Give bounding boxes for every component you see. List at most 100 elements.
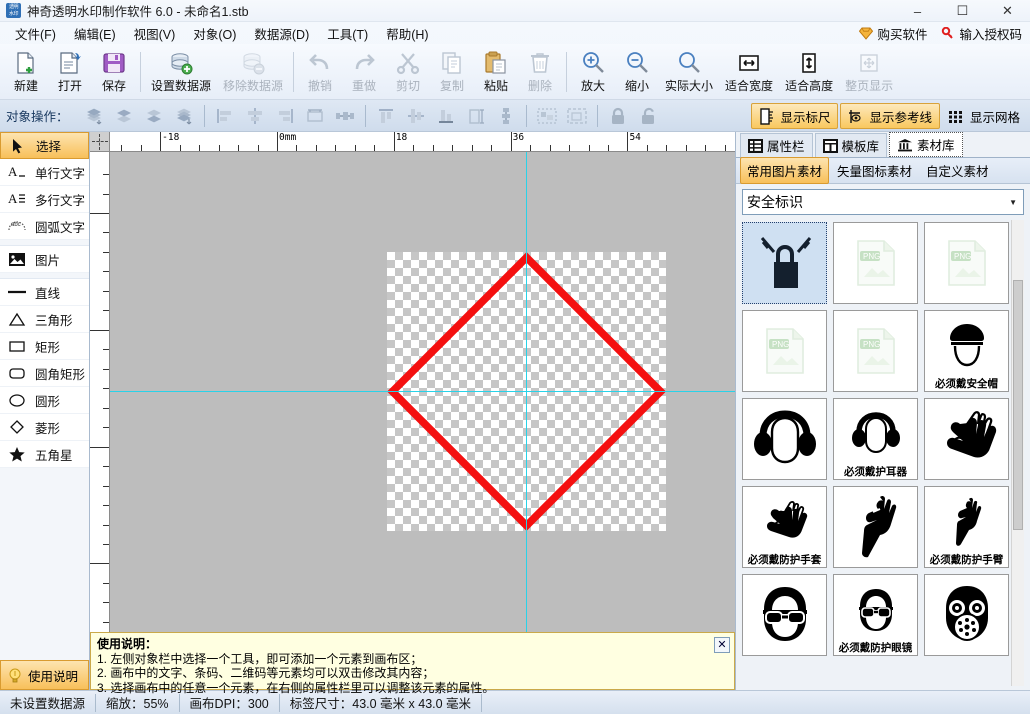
material-scrollbar-thumb[interactable] <box>1013 280 1023 530</box>
tool-ellipse[interactable]: 圆形 <box>0 387 89 414</box>
distribute-horizontal-button[interactable] <box>330 103 360 129</box>
toolbar-actual-size-button[interactable]: 实际大小 <box>659 46 719 98</box>
vertical-guideline[interactable] <box>526 152 527 690</box>
ungroup-button[interactable] <box>562 103 592 129</box>
distribute-vertical-button[interactable] <box>491 103 521 129</box>
toolbar-fit-height-button[interactable]: 适合高度 <box>779 46 839 98</box>
subtab-vector-icons[interactable]: 矢量图标素材 <box>831 158 918 183</box>
toolbar-undo-button[interactable]: 撤销 <box>298 46 342 98</box>
paste-icon <box>483 49 509 77</box>
align-right-button[interactable] <box>270 103 300 129</box>
toolbar-delete-button[interactable]: 删除 <box>518 46 562 98</box>
vertical-ruler[interactable]: 0mm1836547290 <box>90 152 110 690</box>
toolbar-redo-button[interactable]: 重做 <box>342 46 386 98</box>
tab-properties[interactable]: 属性栏 <box>740 133 813 157</box>
ruler-tick <box>199 145 200 151</box>
subtab-common-images[interactable]: 常用图片素材 <box>740 157 829 184</box>
toolbar-fit-width-button[interactable]: 适合宽度 <box>719 46 779 98</box>
category-dropdown[interactable]: 安全标识 ▼ <box>742 189 1024 215</box>
show-ruler-toggle[interactable]: 显示标尺 <box>751 103 838 129</box>
tool-rectangle[interactable]: 矩形 <box>0 333 89 360</box>
toolbar-zoom-in-button[interactable]: 放大 <box>571 46 615 98</box>
material-cell[interactable]: 必须戴护耳器 <box>833 398 918 480</box>
align-middle-button[interactable] <box>401 103 431 129</box>
menu-file[interactable]: 文件(F) <box>6 22 65 45</box>
toolbar-set-datasource-button[interactable]: 设置数据源 <box>145 46 217 98</box>
tool-triangle[interactable]: 三角形 <box>0 306 89 333</box>
bring-to-front-button[interactable] <box>79 103 109 129</box>
material-cell[interactable] <box>742 398 827 480</box>
align-top-button[interactable] <box>371 103 401 129</box>
same-width-button[interactable] <box>300 103 330 129</box>
usage-instructions-button[interactable]: 使用说明 <box>0 660 89 690</box>
menu-view[interactable]: 视图(V) <box>125 22 185 45</box>
send-backward-button[interactable] <box>139 103 169 129</box>
material-cell[interactable] <box>924 574 1009 656</box>
tab-template-library[interactable]: 模板库 <box>815 133 888 157</box>
group-button[interactable] <box>532 103 562 129</box>
toolbar-open-button[interactable]: 打开 <box>48 46 92 98</box>
tool-picture[interactable]: 图片 <box>0 246 89 273</box>
design-canvas[interactable] <box>110 152 735 690</box>
tab-material-library[interactable]: 素材库 <box>889 132 963 157</box>
toolbar-remove-datasource-button[interactable]: 移除数据源 <box>217 46 289 98</box>
toolbar-paste-button[interactable]: 粘贴 <box>474 46 518 98</box>
same-height-button[interactable] <box>461 103 491 129</box>
align-bottom-button[interactable] <box>431 103 461 129</box>
horizontal-guideline[interactable] <box>110 391 735 392</box>
horizontal-ruler[interactable]: -180mm1836547290 <box>110 132 735 152</box>
tool-star[interactable]: 五角星 <box>0 441 89 468</box>
material-cell[interactable] <box>833 486 918 568</box>
menu-help[interactable]: 帮助(H) <box>377 22 437 45</box>
material-scrollbar[interactable] <box>1011 220 1024 686</box>
material-cell[interactable]: 必须戴安全帽 <box>924 310 1009 392</box>
bring-forward-button[interactable] <box>109 103 139 129</box>
ruler-label: 18 <box>90 332 91 343</box>
tool-arc-text[interactable]: abc 圆弧文字 <box>0 213 89 240</box>
tool-select[interactable]: 选择 <box>0 132 89 159</box>
enter-license-link[interactable]: 输入授权码 <box>941 24 1022 43</box>
material-cell[interactable]: PNG <box>833 222 918 304</box>
menu-object[interactable]: 对象(O) <box>184 22 245 45</box>
send-to-back-button[interactable] <box>169 103 199 129</box>
toolbar-save-button[interactable]: 保存 <box>92 46 136 98</box>
toolbar-zoom-out-button[interactable]: 缩小 <box>615 46 659 98</box>
objectbar-separator <box>597 105 598 127</box>
toolbar-new-button[interactable]: 新建 <box>4 46 48 98</box>
menu-datasource[interactable]: 数据源(D) <box>245 22 318 45</box>
lock-button[interactable] <box>603 103 633 129</box>
toolbar-zoom-in-label: 放大 <box>581 77 605 94</box>
tool-line[interactable]: 直线 <box>0 279 89 306</box>
material-cell[interactable] <box>924 398 1009 480</box>
material-cell[interactable]: 必须戴防护手臂 <box>924 486 1009 568</box>
subtab-custom-materials[interactable]: 自定义素材 <box>920 158 995 183</box>
menu-tools[interactable]: 工具(T) <box>318 22 377 45</box>
ruler-corner[interactable] <box>90 132 110 152</box>
align-center-button[interactable] <box>240 103 270 129</box>
unlock-button[interactable] <box>633 103 663 129</box>
material-cell[interactable]: PNG <box>833 310 918 392</box>
object-operations-bar: 对象操作： <box>0 100 1030 132</box>
minimize-button[interactable]: – <box>895 0 940 22</box>
menu-edit[interactable]: 编辑(E) <box>65 22 125 45</box>
material-cell[interactable] <box>742 222 827 304</box>
close-button[interactable]: ✕ <box>985 0 1030 22</box>
buy-software-link[interactable]: 购买软件 <box>859 24 927 43</box>
help-close-button[interactable]: ✕ <box>714 637 730 653</box>
toolbar-cut-button[interactable]: 剪切 <box>386 46 430 98</box>
toolbar-copy-button[interactable]: 复制 <box>430 46 474 98</box>
show-grid-button[interactable]: 显示网格 <box>942 103 1026 129</box>
maximize-button[interactable]: ☐ <box>940 0 985 22</box>
material-cell[interactable]: PNG <box>924 222 1009 304</box>
tool-rounded-rectangle[interactable]: 圆角矩形 <box>0 360 89 387</box>
material-cell[interactable]: PNG <box>742 310 827 392</box>
tool-single-line-text[interactable]: A 单行文字 <box>0 159 89 186</box>
material-cell[interactable]: 必须戴防护手套 <box>742 486 827 568</box>
toolbar-fit-page-button[interactable]: 整页显示 <box>839 46 899 98</box>
show-guideline-toggle[interactable]: 显示参考线 <box>840 103 940 129</box>
tool-diamond[interactable]: 菱形 <box>0 414 89 441</box>
align-left-button[interactable] <box>210 103 240 129</box>
tool-multi-line-text[interactable]: A 多行文字 <box>0 186 89 213</box>
material-cell[interactable]: 必须戴防护眼镜 <box>833 574 918 656</box>
material-cell[interactable] <box>742 574 827 656</box>
